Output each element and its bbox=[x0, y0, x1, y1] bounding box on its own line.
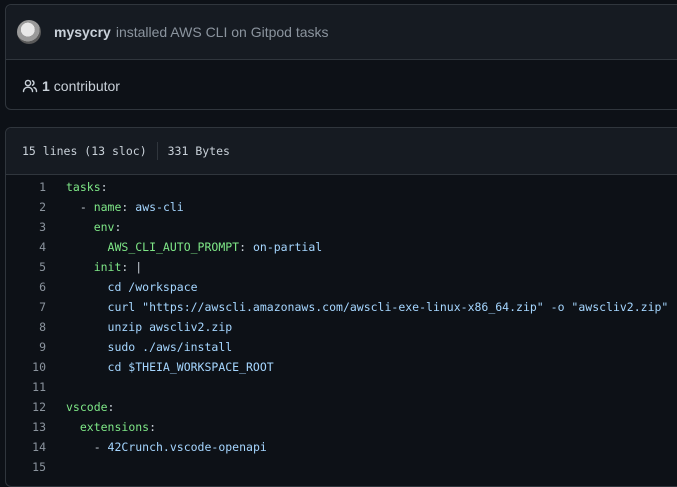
line-number[interactable]: 10 bbox=[6, 360, 46, 374]
code-line: 12 vscode: bbox=[6, 397, 677, 417]
line-content: AWS_CLI_AUTO_PROMPT: on-partial bbox=[46, 240, 323, 254]
line-content: env: bbox=[46, 220, 122, 234]
code-body[interactable]: 1 tasks: 2 - name: aws-cli 3 env: 4 AWS_CLI_… bbox=[6, 175, 677, 477]
line-content: - 42Crunch.vscode-openapi bbox=[46, 440, 267, 454]
code-line: 2 - name: aws-cli bbox=[6, 197, 677, 217]
line-content: curl "https://awscli.amazonaws.com/awscl… bbox=[46, 300, 669, 314]
contributor-count: 1 bbox=[42, 78, 50, 94]
code-token: name bbox=[93, 200, 122, 214]
code-token: aws-cli bbox=[135, 200, 184, 214]
line-content: - name: aws-cli bbox=[46, 200, 184, 214]
code-line: 6 cd /workspace bbox=[6, 277, 677, 297]
line-number[interactable]: 2 bbox=[6, 200, 46, 214]
code-token: : bbox=[107, 400, 115, 414]
line-number[interactable]: 1 bbox=[6, 180, 46, 194]
code-token: sudo ./aws/install bbox=[66, 340, 233, 354]
line-number[interactable]: 7 bbox=[6, 300, 46, 314]
latest-commit-box: mysycry installed AWS CLI on Gitpod task… bbox=[5, 4, 677, 110]
line-content: sudo ./aws/install bbox=[46, 340, 233, 354]
code-token: init bbox=[93, 260, 122, 274]
line-number[interactable]: 11 bbox=[6, 380, 46, 394]
code-token: : bbox=[121, 260, 136, 274]
line-content: unzip awscliv2.zip bbox=[46, 320, 233, 334]
code-token: - bbox=[66, 200, 94, 214]
code-line: 4 AWS_CLI_AUTO_PROMPT: on-partial bbox=[6, 237, 677, 257]
code-token: | bbox=[135, 260, 143, 274]
code-line: 3 env: bbox=[6, 217, 677, 237]
code-token: curl "https://awscli.amazonaws.com/awscl… bbox=[66, 300, 669, 314]
code-token: : bbox=[121, 200, 136, 214]
header-divider bbox=[156, 142, 158, 160]
code-token: extensions bbox=[79, 420, 150, 434]
line-content: init: | bbox=[46, 260, 143, 274]
file-lines-info: 15 lines (13 sloc) bbox=[22, 144, 147, 158]
line-number[interactable]: 5 bbox=[6, 260, 46, 274]
line-content: tasks: bbox=[46, 180, 108, 194]
code-token: : bbox=[149, 420, 157, 434]
file-info-header: 15 lines (13 sloc) 331 Bytes bbox=[6, 128, 677, 175]
code-line: 7 curl "https://awscli.amazonaws.com/aws… bbox=[6, 297, 677, 317]
code-line: 14 - 42Crunch.vscode-openapi bbox=[6, 437, 677, 457]
code-line: 11 bbox=[6, 377, 677, 397]
line-number[interactable]: 9 bbox=[6, 340, 46, 354]
code-token: vscode bbox=[66, 400, 108, 414]
code-line: 9 sudo ./aws/install bbox=[6, 337, 677, 357]
commit-row: mysycry installed AWS CLI on Gitpod task… bbox=[6, 5, 677, 60]
file-viewer: 15 lines (13 sloc) 331 Bytes 1 tasks: 2 - … bbox=[5, 127, 677, 487]
line-content: cd /workspace bbox=[46, 280, 198, 294]
code-line: 8 unzip awscliv2.zip bbox=[6, 317, 677, 337]
code-line: 13 extensions: bbox=[6, 417, 677, 437]
code-token: - bbox=[66, 440, 108, 454]
code-token: AWS_CLI_AUTO_PROMPT bbox=[107, 240, 240, 254]
code-line: 1 tasks: bbox=[6, 177, 677, 197]
code-token: tasks bbox=[66, 180, 101, 194]
code-line: 5 init: | bbox=[6, 257, 677, 277]
code-token: cd /workspace bbox=[66, 280, 198, 294]
line-number[interactable]: 13 bbox=[6, 420, 46, 434]
author-avatar[interactable] bbox=[17, 20, 41, 44]
people-icon bbox=[22, 79, 38, 93]
code-token: env bbox=[93, 220, 115, 234]
contributor-label: contributor bbox=[53, 78, 120, 94]
code-token: cd $THEIA_WORKSPACE_ROOT bbox=[66, 360, 274, 374]
line-number[interactable]: 15 bbox=[6, 460, 46, 474]
line-number[interactable]: 12 bbox=[6, 400, 46, 414]
line-number[interactable]: 4 bbox=[6, 240, 46, 254]
code-token: on-partial bbox=[252, 240, 323, 254]
code-line: 10 cd $THEIA_WORKSPACE_ROOT bbox=[6, 357, 677, 377]
code-token: unzip awscliv2.zip bbox=[66, 320, 233, 334]
code-token: 42Crunch.vscode-openapi bbox=[107, 440, 267, 454]
commit-message-link[interactable]: installed AWS CLI on Gitpod tasks bbox=[116, 24, 329, 40]
line-number[interactable]: 14 bbox=[6, 440, 46, 454]
line-number[interactable]: 3 bbox=[6, 220, 46, 234]
line-content: extensions: bbox=[46, 420, 156, 434]
code-token: : bbox=[100, 180, 108, 194]
code-token: : bbox=[114, 220, 122, 234]
commit-author-link[interactable]: mysycry bbox=[54, 24, 111, 40]
file-size: 331 Bytes bbox=[167, 144, 230, 158]
contributors-row[interactable]: 1 contributor bbox=[6, 60, 677, 112]
code-token: : bbox=[239, 240, 253, 254]
line-content: cd $THEIA_WORKSPACE_ROOT bbox=[46, 360, 274, 374]
code-line: 15 bbox=[6, 457, 677, 477]
line-number[interactable]: 6 bbox=[6, 280, 46, 294]
line-content: vscode: bbox=[46, 400, 114, 414]
line-number[interactable]: 8 bbox=[6, 320, 46, 334]
